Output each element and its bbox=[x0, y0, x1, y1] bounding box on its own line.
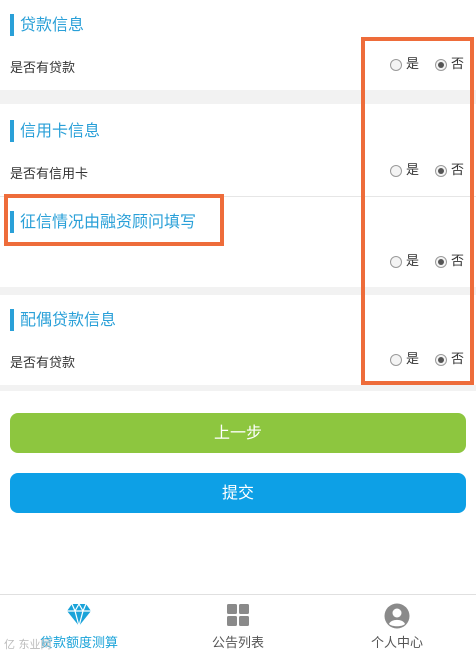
bottom-tab-bar: 贷款额度测算 公告列表 个人中心 bbox=[0, 594, 476, 655]
credit-card-section-title: 信用卡信息 bbox=[10, 120, 100, 142]
tab-profile[interactable]: 个人中心 bbox=[318, 595, 476, 655]
spouse-has-loan-label: 是否有贷款 bbox=[10, 356, 76, 371]
radio-column-highlight bbox=[361, 37, 474, 385]
tab-announcements[interactable]: 公告列表 bbox=[159, 595, 317, 655]
tab-profile-label: 个人中心 bbox=[370, 636, 423, 651]
watermark: 亿 东业网 bbox=[4, 638, 52, 651]
submit-button[interactable]: 提交 bbox=[10, 473, 466, 513]
prev-step-button[interactable]: 上一步 bbox=[10, 413, 466, 453]
loan-section-title: 贷款信息 bbox=[10, 14, 84, 36]
user-icon bbox=[384, 603, 410, 629]
grid-icon bbox=[227, 604, 249, 626]
has-loan-label: 是否有贷款 bbox=[10, 61, 76, 76]
spouse-loan-section-title: 配偶贷款信息 bbox=[10, 309, 116, 331]
credit-report-title-highlight bbox=[4, 194, 224, 246]
tab-announcements-label: 公告列表 bbox=[211, 636, 264, 651]
section-divider bbox=[0, 385, 476, 391]
diamond-icon bbox=[67, 603, 91, 627]
has-credit-card-label: 是否有信用卡 bbox=[10, 167, 89, 182]
